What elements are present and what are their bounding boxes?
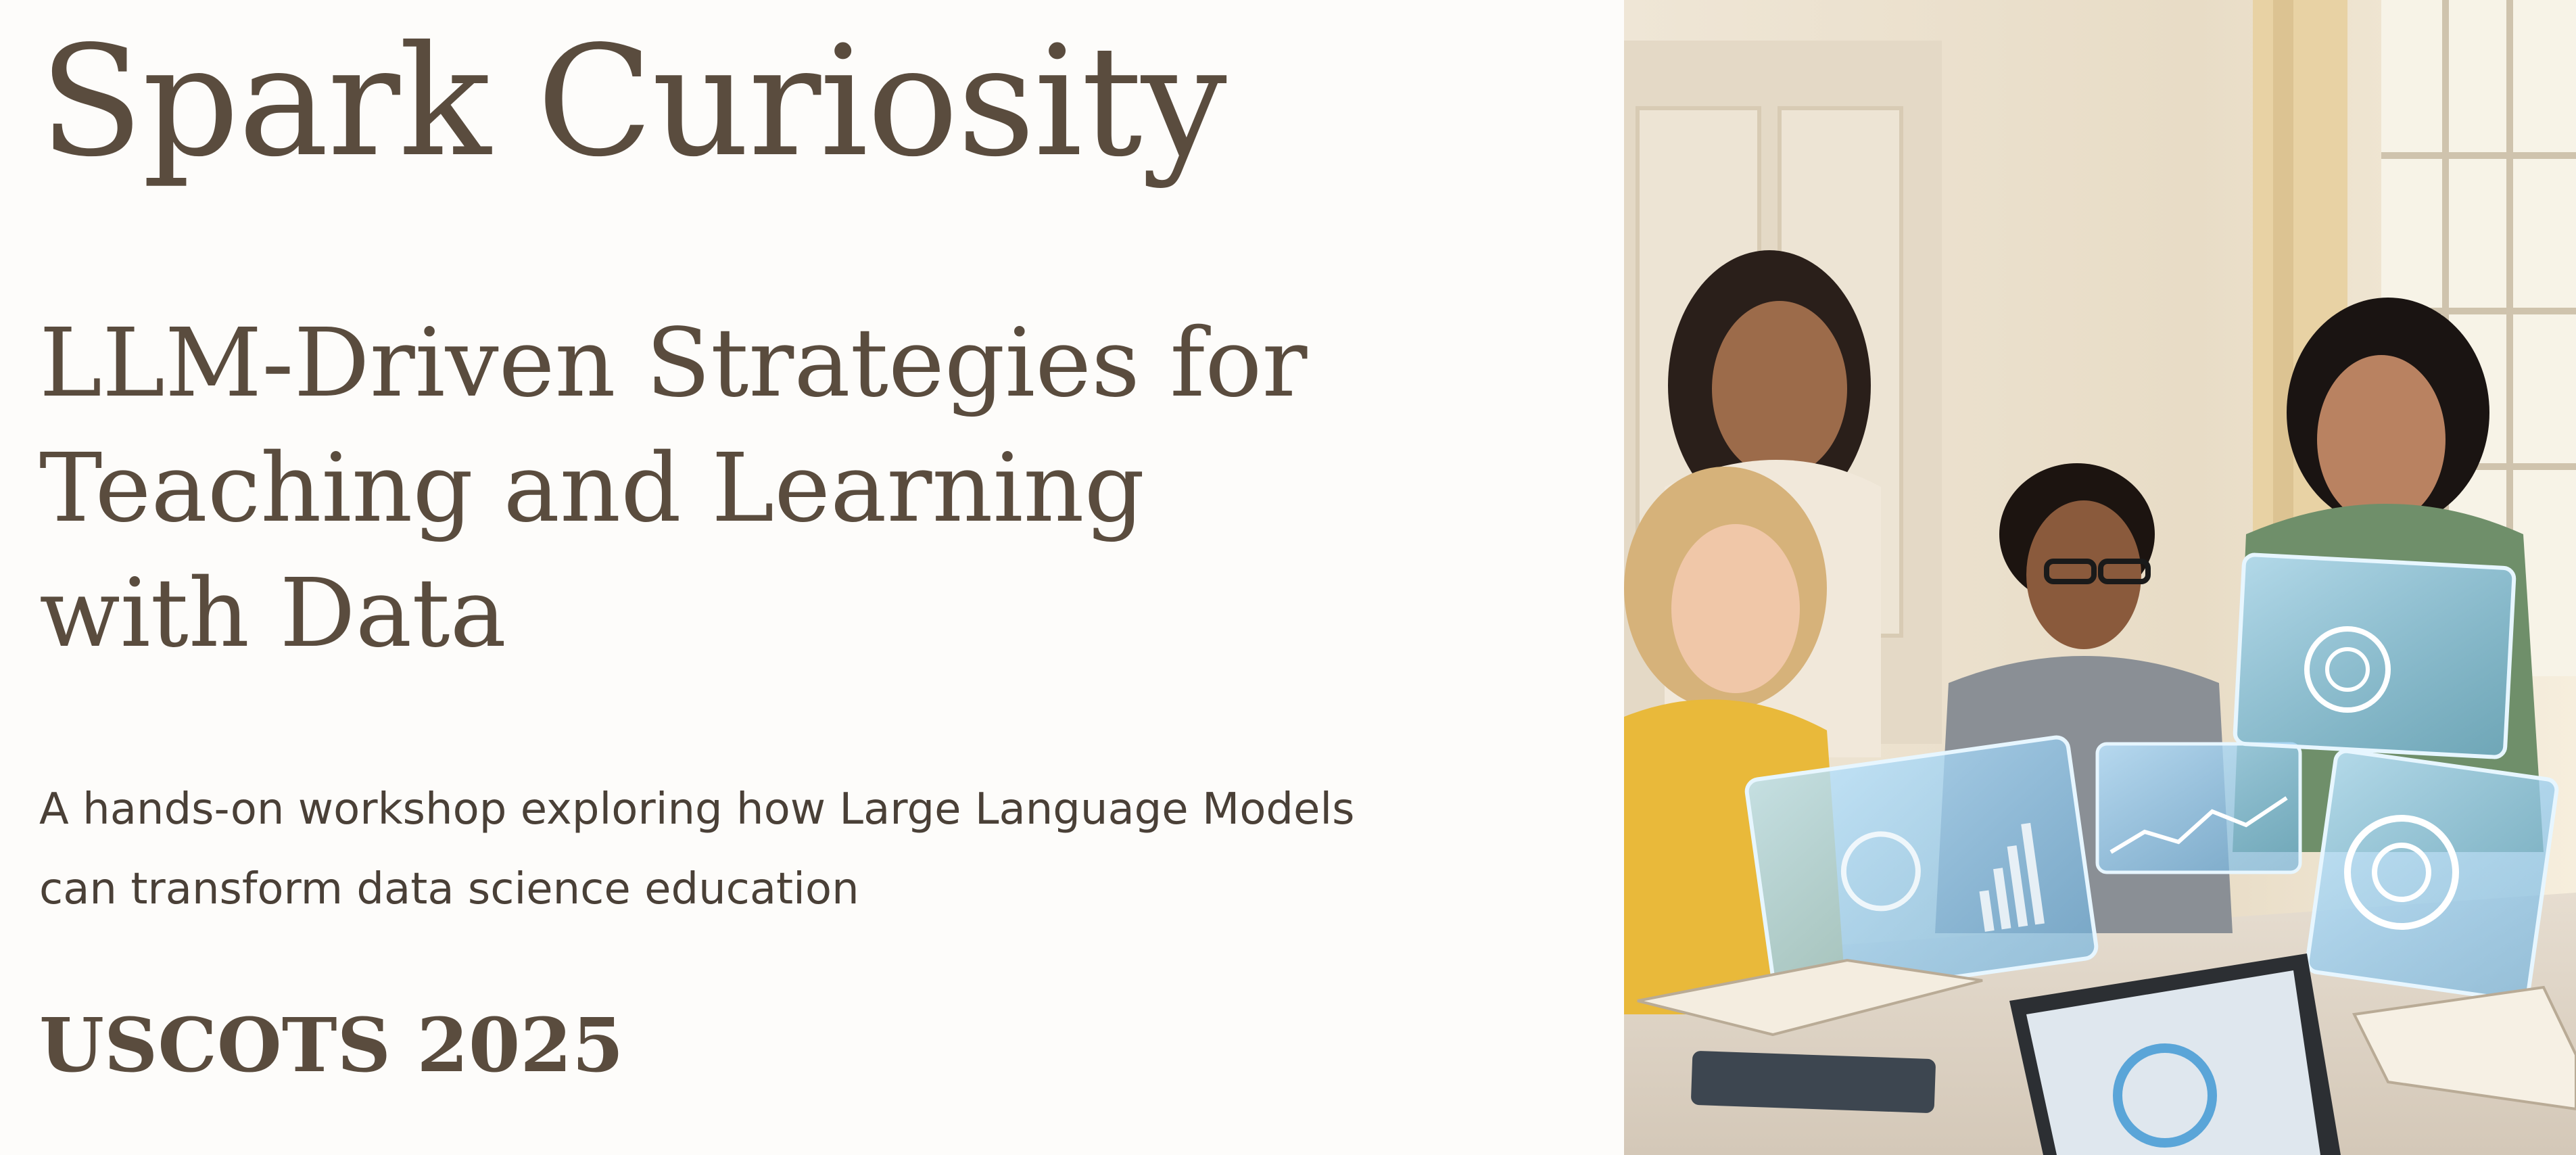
hero-subtitle-line: Teaching and Learning — [39, 433, 1145, 544]
hero-subtitle: LLM-Driven Strategies for Teaching and L… — [39, 301, 1560, 676]
hero-description-line: A hands-on workshop exploring how Large … — [39, 784, 1355, 834]
hero-subtitle-line: LLM-Driven Strategies for — [39, 308, 1308, 419]
hero-title: Spark Curiosity — [39, 14, 1227, 191]
hero-description-line: can transform data science education — [39, 864, 859, 914]
event-name: USCOTS 2025 — [39, 1001, 624, 1089]
classroom-photo-icon — [1624, 0, 2576, 1155]
hero-description: A hands-on workshop exploring how Large … — [39, 770, 1355, 929]
hero-text-panel: Spark Curiosity LLM-Driven Strategies fo… — [0, 0, 1624, 1155]
hero-subtitle-line: with Data — [39, 559, 506, 669]
hero-photo-panel — [1624, 0, 2576, 1155]
